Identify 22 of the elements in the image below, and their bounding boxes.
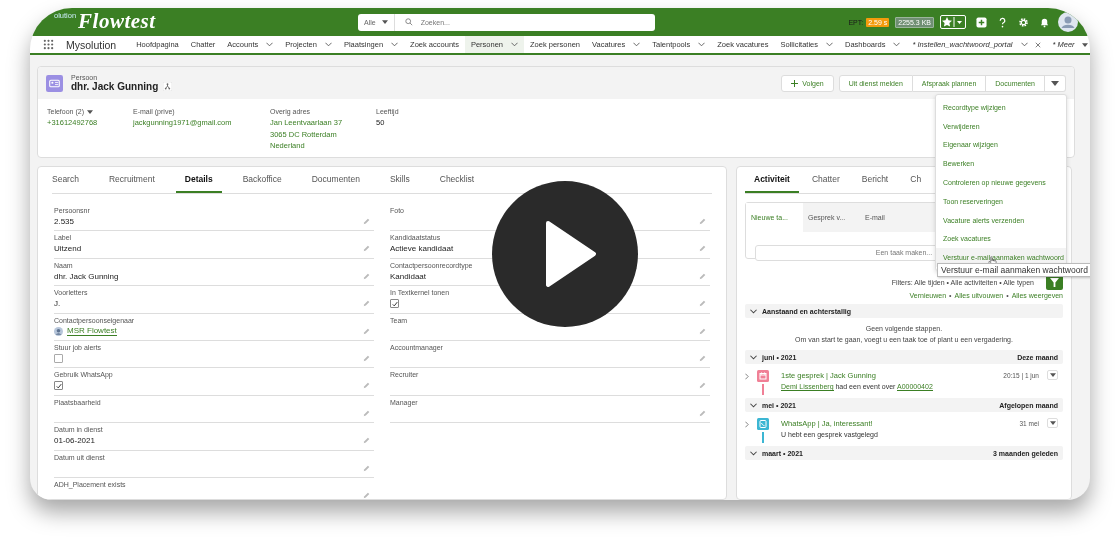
field-value: 2.535 xyxy=(54,217,75,226)
record-tab[interactable]: Documenten xyxy=(302,167,369,193)
field-value: Actieve kandidaat xyxy=(390,244,454,254)
app-logo[interactable]: Flowtest xyxy=(78,9,156,34)
activity-tab[interactable]: Activiteit xyxy=(745,167,799,193)
record-tab[interactable]: Search xyxy=(52,167,88,193)
record-tab[interactable]: Details xyxy=(175,167,222,193)
activity-tab[interactable]: Ch xyxy=(901,167,931,193)
record-name: dhr. Jack Gunning xyxy=(71,81,159,92)
field-value: 01-06-2021 xyxy=(54,436,95,446)
field-value: J. xyxy=(54,299,61,309)
record-tab[interactable]: Backoffice xyxy=(233,167,291,193)
field-value: Uitzend xyxy=(54,244,82,254)
record-tab[interactable]: Checklist xyxy=(430,167,484,193)
field-value: Kandidaat xyxy=(390,271,427,281)
activity-tab[interactable]: Bericht xyxy=(852,167,898,193)
app-name: Mysolution xyxy=(66,38,117,51)
record-tab[interactable]: Skills xyxy=(380,167,419,193)
owner-link[interactable]: MSR Flowtest xyxy=(67,326,117,337)
field-value: dhr. Jack Gunning xyxy=(54,271,119,281)
activity-tab[interactable]: Chatter xyxy=(802,167,849,193)
record-tab[interactable]: Recruitment xyxy=(99,167,164,193)
